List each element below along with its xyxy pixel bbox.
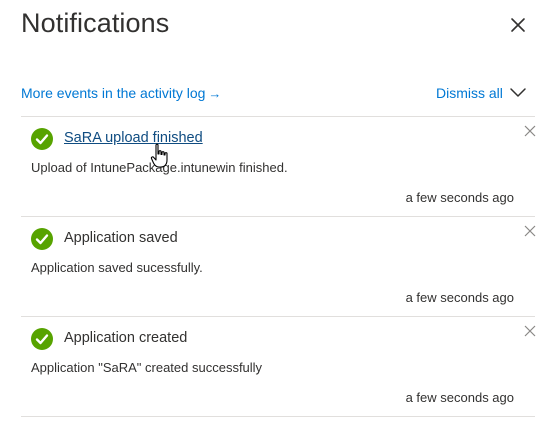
notification-card[interactable]: Application created Application "SaRA" c… <box>21 317 536 416</box>
success-check-icon <box>31 328 53 350</box>
arrow-right-icon: → <box>208 86 222 101</box>
notification-body: Application "SaRA" created successfully <box>31 360 263 375</box>
close-icon <box>511 18 525 32</box>
notification-card[interactable]: Application saved Application saved suce… <box>21 217 536 316</box>
notification-title: Application saved <box>64 230 178 246</box>
expand-toggle-button[interactable] <box>509 86 527 100</box>
notification-card[interactable]: SaRA upload finished Upload of IntunePac… <box>21 117 536 216</box>
activity-log-link[interactable]: More events in the activity log → <box>21 85 221 101</box>
dismiss-notification-icon[interactable] <box>524 225 536 237</box>
panel-title: Notifications <box>21 8 170 38</box>
activity-log-link-label: More events in the activity log <box>21 85 206 101</box>
notification-body: Application saved sucessfully. <box>31 260 203 275</box>
dismiss-notification-icon[interactable] <box>524 325 536 337</box>
notifications-panel: Notifications More events in the activit… <box>0 0 551 427</box>
divider <box>21 416 535 417</box>
success-check-icon <box>31 128 53 150</box>
notification-body: Upload of IntunePackage.intunewin finish… <box>31 160 288 175</box>
notification-timestamp: a few seconds ago <box>405 190 514 205</box>
dismiss-all-button[interactable]: Dismiss all <box>436 85 503 101</box>
notification-title: Application created <box>64 330 188 346</box>
dismiss-notification-icon[interactable] <box>524 125 536 137</box>
notification-timestamp: a few seconds ago <box>405 390 514 405</box>
notification-timestamp: a few seconds ago <box>405 290 514 305</box>
chevron-down-icon <box>510 88 526 97</box>
success-check-icon <box>31 228 53 250</box>
close-button[interactable] <box>506 13 530 37</box>
notification-title-link[interactable]: SaRA upload finished <box>64 130 203 146</box>
